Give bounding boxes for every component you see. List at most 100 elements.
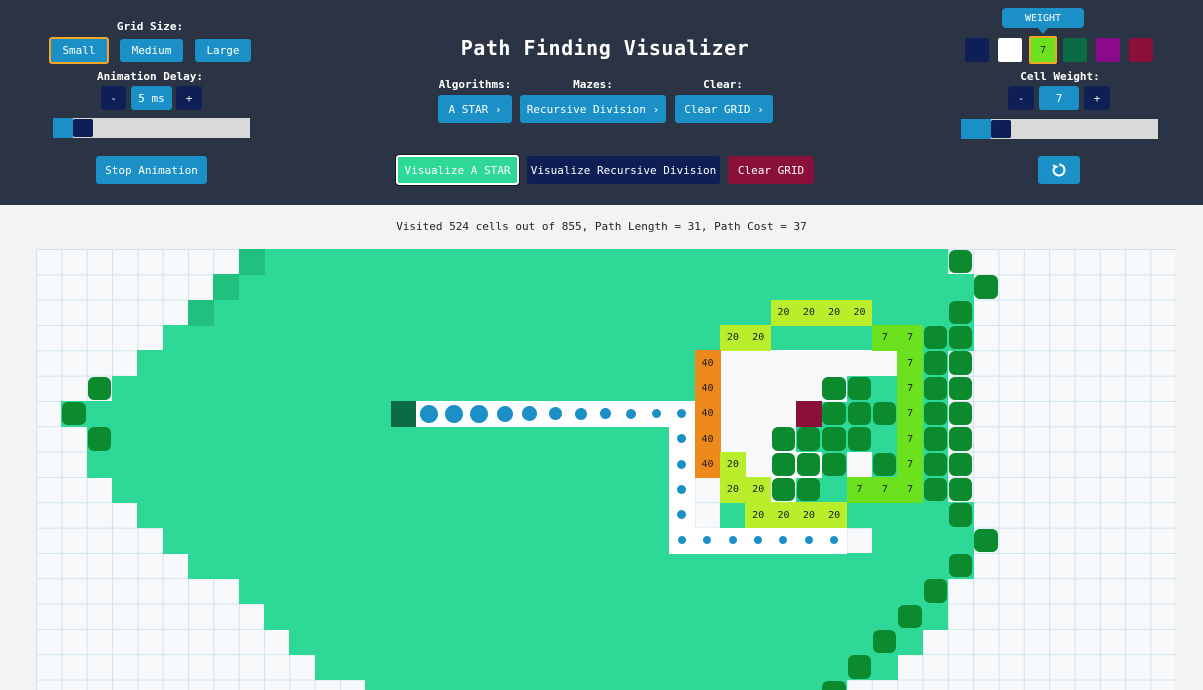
empty-cell[interactable] — [770, 350, 797, 377]
visited-cell[interactable] — [466, 552, 493, 579]
visited-cell[interactable] — [517, 451, 544, 478]
visited-cell[interactable] — [314, 603, 341, 630]
visited-cell[interactable] — [289, 299, 316, 326]
visited-cell[interactable] — [415, 426, 442, 453]
visited-cell[interactable] — [542, 578, 569, 605]
visited-cell[interactable] — [922, 274, 949, 301]
visited-cell[interactable] — [289, 400, 316, 427]
empty-cell[interactable] — [719, 400, 746, 427]
visited-cell[interactable] — [238, 502, 265, 529]
delay-slider-thumb[interactable] — [73, 119, 93, 137]
visited-cell[interactable] — [643, 628, 670, 655]
visited-cell[interactable] — [517, 426, 544, 453]
visited-cell[interactable] — [86, 400, 113, 427]
visited-cell[interactable] — [567, 628, 594, 655]
visited-cell[interactable] — [593, 451, 620, 478]
empty-cell[interactable] — [846, 350, 873, 377]
visited-cell[interactable] — [593, 426, 620, 453]
visited-cell[interactable] — [593, 249, 620, 275]
visited-cell[interactable] — [542, 552, 569, 579]
visited-cell[interactable] — [618, 274, 645, 301]
visited-cell[interactable] — [415, 299, 442, 326]
visited-cell[interactable] — [111, 476, 138, 503]
visited-cell[interactable] — [441, 628, 468, 655]
weight-cell[interactable]: 7 — [897, 350, 924, 377]
visited-cell[interactable] — [111, 375, 138, 402]
visited-cell[interactable] — [491, 375, 518, 402]
visited-cell[interactable] — [213, 426, 240, 453]
weight-decrease-button[interactable]: - — [1008, 86, 1034, 110]
visited-cell[interactable] — [694, 578, 721, 605]
visited-cell[interactable] — [491, 274, 518, 301]
visited-cell[interactable] — [669, 375, 696, 402]
visited-cell[interactable] — [187, 375, 214, 402]
visited-cell[interactable] — [466, 451, 493, 478]
visited-cell[interactable] — [263, 324, 290, 351]
visited-cell[interactable] — [542, 654, 569, 681]
visited-cell[interactable] — [263, 400, 290, 427]
empty-cell[interactable] — [745, 426, 772, 453]
wall-cell[interactable] — [948, 351, 973, 375]
visited-cell[interactable] — [339, 654, 366, 681]
visited-cell[interactable] — [441, 350, 468, 377]
visited-cell[interactable] — [441, 249, 468, 275]
visited-cell[interactable] — [162, 476, 189, 503]
visited-cell[interactable] — [187, 476, 214, 503]
visited-cell[interactable] — [289, 274, 316, 301]
weight-cell[interactable]: 20 — [821, 502, 848, 529]
visited-cell[interactable] — [871, 426, 898, 453]
visited-cell[interactable] — [719, 654, 746, 681]
visited-cell[interactable] — [466, 350, 493, 377]
visited-cell[interactable] — [415, 552, 442, 579]
visited-cell[interactable] — [314, 274, 341, 301]
visited-cell[interactable] — [314, 654, 341, 681]
visited-cell[interactable] — [365, 375, 392, 402]
visited-cell[interactable] — [187, 400, 214, 427]
visited-cell[interactable] — [187, 527, 214, 554]
visited-cell[interactable] — [669, 552, 696, 579]
visited-cell[interactable] — [339, 299, 366, 326]
wall-cell[interactable] — [923, 401, 947, 426]
visited-cell[interactable] — [263, 249, 290, 275]
visited-cell[interactable] — [289, 324, 316, 351]
wall-cell[interactable] — [948, 401, 973, 426]
visited-cell[interactable] — [542, 426, 569, 453]
visited-cell[interactable] — [821, 578, 848, 605]
visited-cell[interactable] — [567, 375, 594, 402]
visited-cell[interactable] — [213, 375, 240, 402]
visited-cell[interactable] — [263, 375, 290, 402]
visited-cell[interactable] — [289, 527, 316, 554]
visited-cell[interactable] — [390, 249, 417, 275]
visited-cell[interactable] — [187, 426, 214, 453]
visited-cell[interactable] — [669, 654, 696, 681]
visited-cell[interactable] — [238, 274, 265, 301]
visited-cell[interactable] — [770, 679, 797, 690]
visited-cell[interactable] — [466, 426, 493, 453]
weight-cell[interactable]: 7 — [897, 476, 924, 503]
wall-cell[interactable] — [847, 401, 871, 426]
visited-cell[interactable] — [643, 578, 670, 605]
visited-cell[interactable] — [187, 350, 214, 377]
visited-cell[interactable] — [795, 249, 822, 275]
visited-cell[interactable] — [795, 324, 822, 351]
wall-cell[interactable] — [87, 376, 111, 400]
visited-cell[interactable] — [466, 628, 493, 655]
visited-cell[interactable] — [314, 375, 341, 402]
visited-cell[interactable] — [137, 476, 164, 503]
visited-cell[interactable] — [846, 249, 873, 275]
delay-decrease-button[interactable]: - — [101, 86, 126, 110]
empty-cell[interactable] — [795, 350, 822, 377]
clear-dropdown[interactable]: Clear GRID › — [675, 95, 773, 123]
visited-cell[interactable] — [669, 350, 696, 377]
visited-cell[interactable] — [871, 299, 898, 326]
visited-cell[interactable] — [567, 654, 594, 681]
visited-cell[interactable] — [821, 476, 848, 503]
visited-cell[interactable] — [339, 628, 366, 655]
visited-cell[interactable] — [643, 679, 670, 690]
visited-cell[interactable] — [339, 324, 366, 351]
visited-cell[interactable] — [846, 502, 873, 529]
weight-cell[interactable]: 40 — [694, 400, 721, 427]
wall-cell[interactable] — [923, 452, 947, 476]
visited-cell[interactable] — [213, 451, 240, 478]
visited-cell[interactable] — [922, 502, 949, 529]
